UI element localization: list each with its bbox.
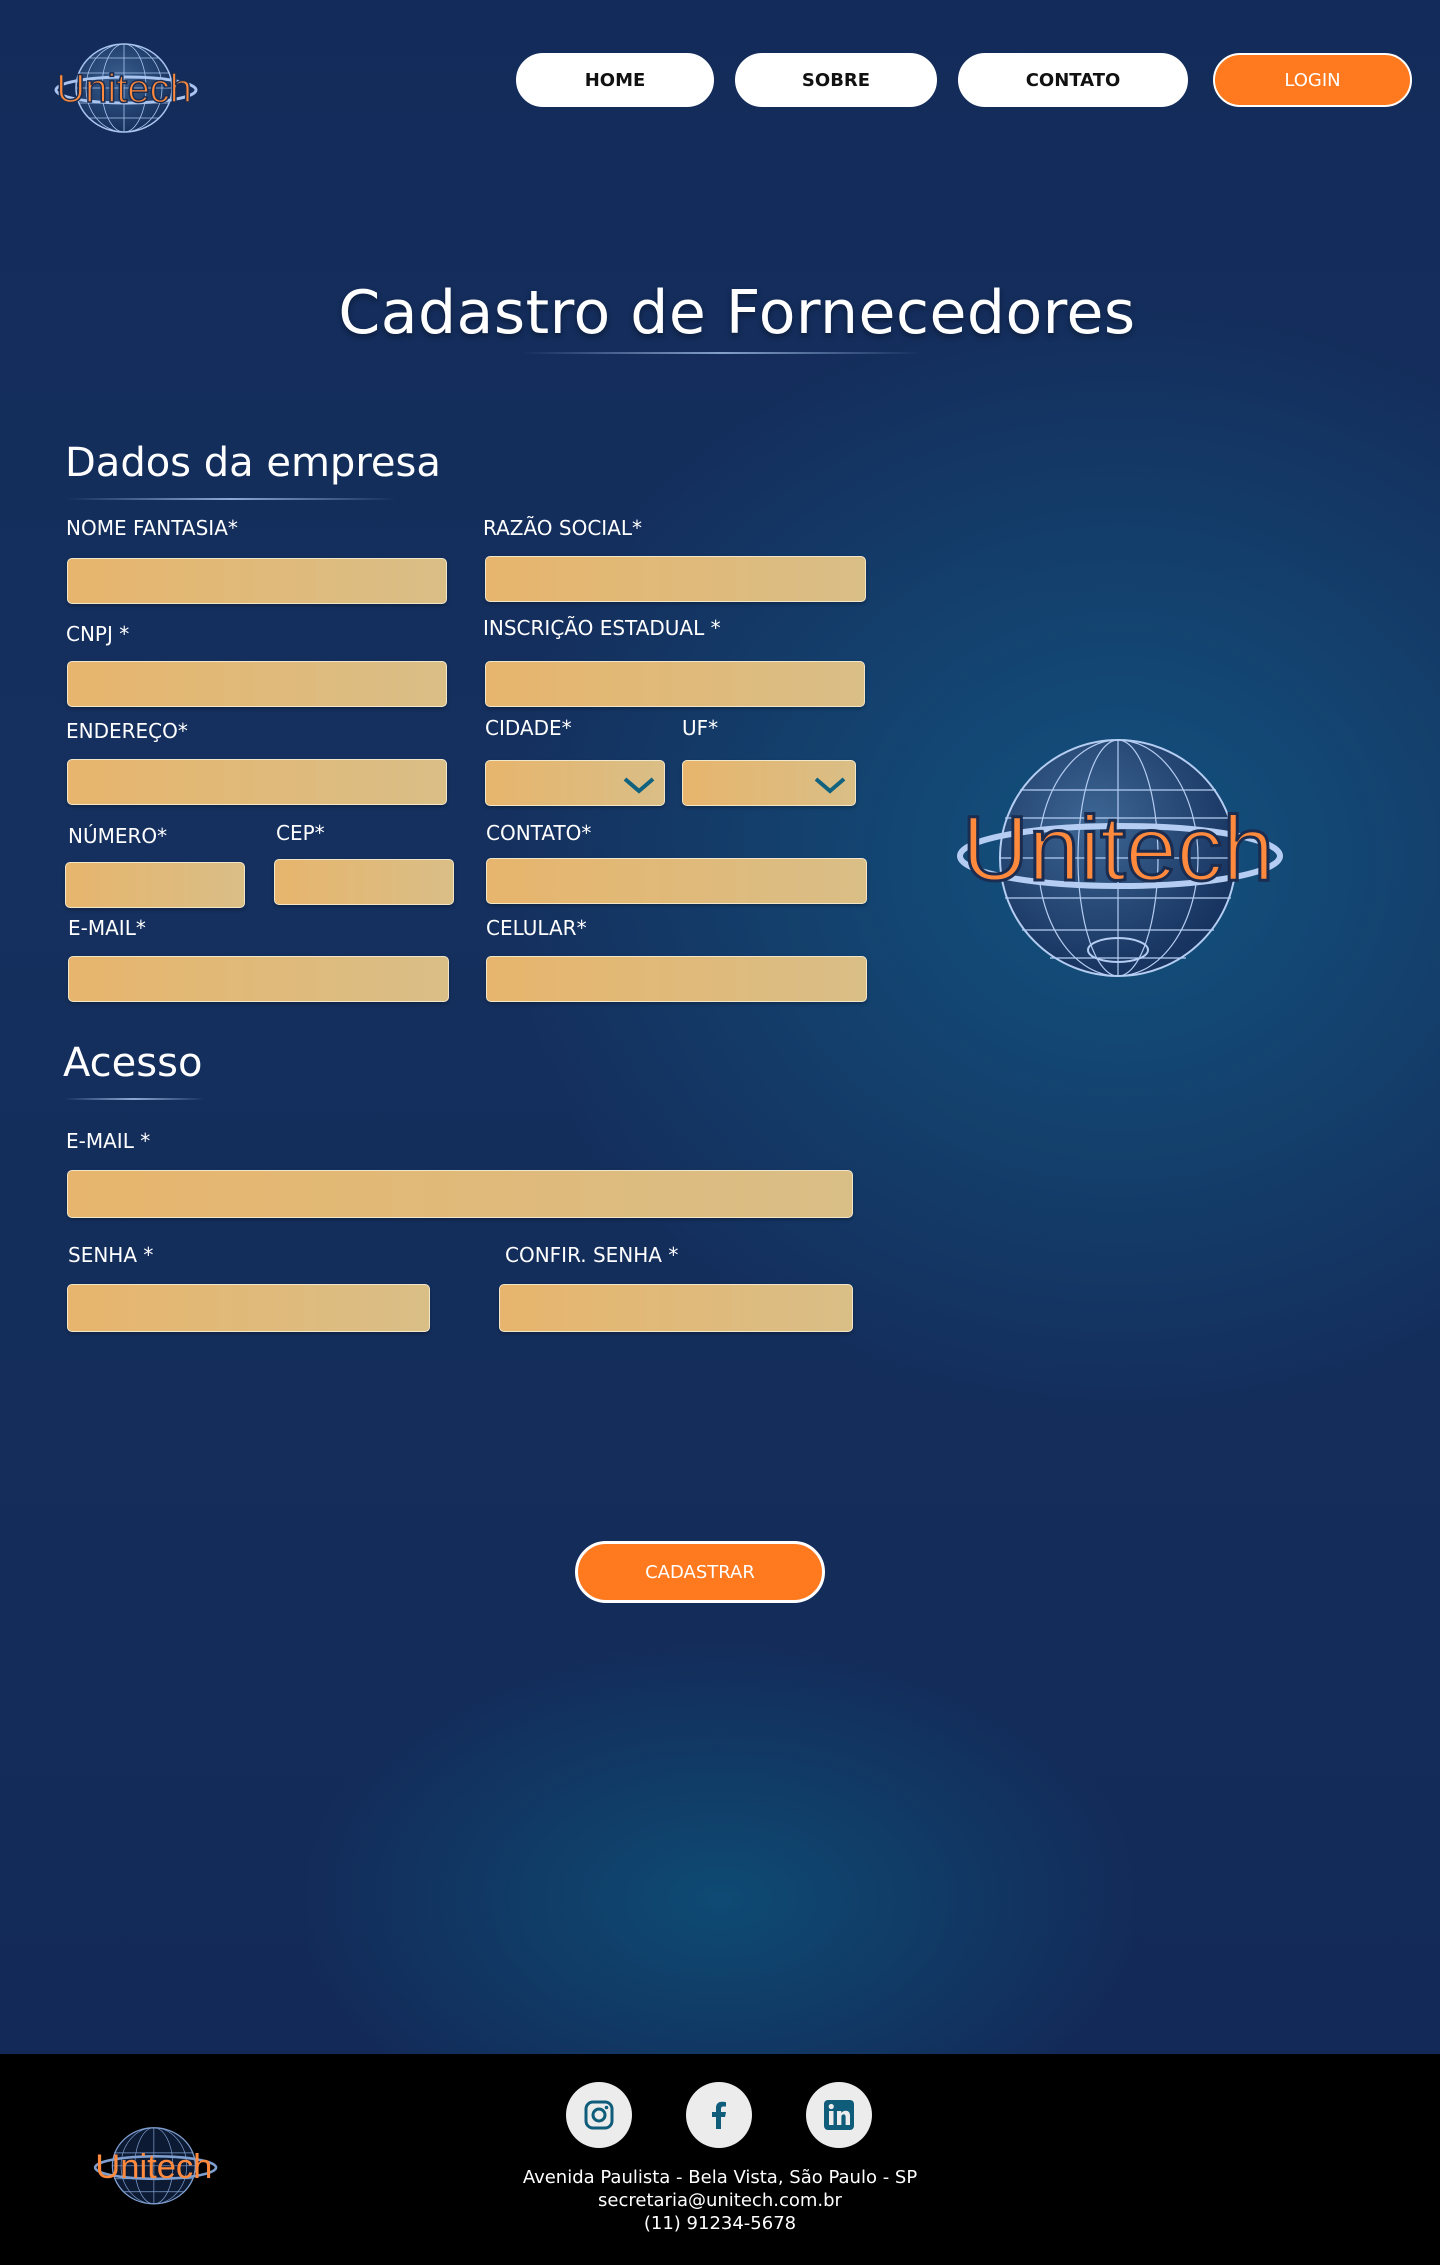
celular-input[interactable] [486,956,867,1002]
contato-label: CONTATO* [486,821,592,845]
cidade-select[interactable] [485,760,665,806]
uf-select[interactable] [682,760,856,806]
instagram-icon [584,2100,614,2130]
header-logo[interactable]: Unitech [48,28,198,138]
confir-senha-label: CONFIR. SENHA * [505,1243,679,1267]
endereco-label: ENDEREÇO* [66,719,188,743]
endereco-input[interactable] [67,759,447,805]
cadastrar-button[interactable]: CADASTRAR [575,1541,825,1603]
acesso-heading: Acesso [63,1040,203,1086]
cnpj-label: CNPJ * [66,622,130,646]
chevron-down-icon [814,777,846,794]
nome-fantasia-input[interactable] [67,558,447,604]
logo-text: Unitech [56,67,192,111]
senha-input[interactable] [67,1284,430,1332]
linkedin-icon [824,2100,854,2130]
nav-contato-button[interactable]: CONTATO [958,53,1188,107]
email-acesso-label: E-MAIL * [66,1129,151,1153]
email-empresa-label: E-MAIL* [68,916,146,940]
chevron-down-icon [623,777,655,794]
senha-label: SENHA * [68,1243,154,1267]
contato-input[interactable] [486,858,867,904]
facebook-icon [712,2101,726,2129]
facebook-link[interactable] [686,2082,752,2148]
cidade-label: CIDADE* [485,716,572,740]
empresa-heading: Dados da empresa [65,440,441,486]
acesso-underline [64,1098,204,1100]
celular-label: CELULAR* [486,916,587,940]
cep-label: CEP* [276,821,325,845]
cnpj-input[interactable] [67,661,447,707]
logo-text: Unitech [962,798,1274,900]
razao-social-label: RAZÃO SOCIAL* [483,516,643,540]
title-underline [522,352,922,354]
unitech-logo: Unitech [957,739,1283,977]
email-acesso-input[interactable] [67,1170,853,1218]
footer-address: Avenida Paulista - Bela Vista, São Paulo… [522,2167,918,2188]
footer-email[interactable]: secretaria@unitech.com.br [0,2190,1440,2211]
email-empresa-input[interactable] [68,956,449,1002]
page-title: Cadastro de Fornecedores [338,278,1136,348]
instagram-link[interactable] [566,2082,632,2148]
nav-home-button[interactable]: HOME [516,53,714,107]
linkedin-link[interactable] [806,2082,872,2148]
nome-fantasia-label: NOME FANTASIA* [66,516,238,540]
uf-label: UF* [682,716,719,740]
inscricao-estadual-input[interactable] [485,661,865,707]
nav-sobre-button[interactable]: SOBRE [735,53,937,107]
cep-input[interactable] [274,859,454,905]
footer: Unitech Avenida Paulista - Bela Vista, S… [0,2054,1440,2265]
footer-phone: (11) 91234-5678 [643,2213,797,2234]
razao-social-input[interactable] [485,556,866,602]
inscricao-estadual-label: INSCRIÇÃO ESTADUAL * [483,616,721,640]
nav-login-button[interactable]: LOGIN [1213,53,1412,107]
confir-senha-input[interactable] [499,1284,853,1332]
numero-label: NÚMERO* [68,824,168,848]
empresa-underline [66,498,396,500]
numero-input[interactable] [65,862,245,908]
